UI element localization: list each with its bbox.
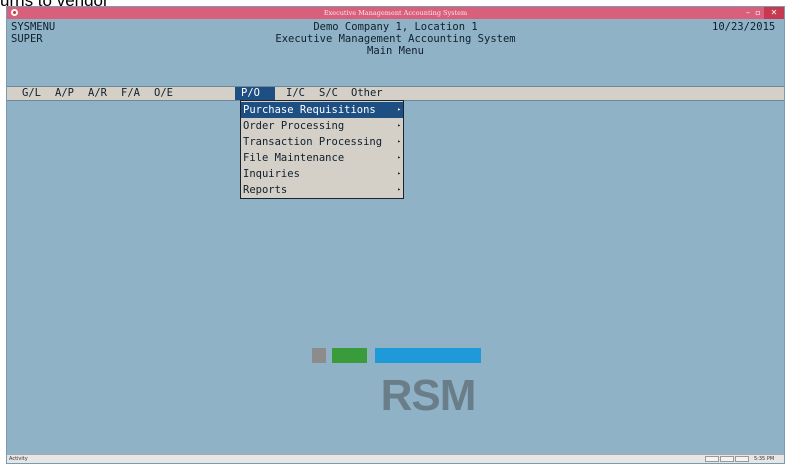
triangle-right-icon: ▸ bbox=[397, 106, 401, 113]
system-name: Executive Management Accounting System bbox=[275, 33, 516, 45]
dropdown-item-reports[interactable]: Reports ▸ bbox=[241, 182, 403, 198]
menu-fa[interactable]: F/A bbox=[115, 87, 146, 100]
menu-ar[interactable]: A/R bbox=[82, 87, 113, 100]
triangle-right-icon: ▸ bbox=[397, 154, 401, 161]
po-dropdown-menu: Purchase Requisitions ▸ Order Processing… bbox=[240, 100, 404, 199]
logo-green-bar bbox=[332, 348, 367, 363]
dropdown-item-file-maintenance[interactable]: File Maintenance ▸ bbox=[241, 150, 403, 166]
dropdown-item-label: Transaction Processing bbox=[243, 136, 383, 148]
logo-blue-bar bbox=[375, 348, 481, 363]
logo-gray-square bbox=[312, 348, 326, 363]
menu-ic[interactable]: I/C bbox=[280, 87, 311, 100]
minimize-button[interactable]: – bbox=[743, 7, 753, 19]
main-menu-bar: G/L A/P A/R F/A O/E P/O I/C S/C Other bbox=[7, 86, 784, 101]
dropdown-item-purchase-requisitions[interactable]: Purchase Requisitions ▸ bbox=[241, 102, 403, 118]
app-window: Executive Management Accounting System –… bbox=[6, 6, 785, 464]
triangle-right-icon: ▸ bbox=[397, 170, 401, 177]
current-date: 10/23/2015 bbox=[712, 21, 776, 33]
status-cell bbox=[720, 456, 734, 462]
dropdown-item-label: Inquiries bbox=[243, 168, 300, 180]
menu-gl[interactable]: G/L bbox=[16, 87, 47, 100]
dropdown-item-label: File Maintenance bbox=[243, 152, 345, 164]
menu-ap[interactable]: A/P bbox=[49, 87, 80, 100]
dropdown-item-inquiries[interactable]: Inquiries ▸ bbox=[241, 166, 403, 182]
menu-other[interactable]: Other bbox=[345, 87, 389, 100]
dropdown-item-order-processing[interactable]: Order Processing ▸ bbox=[241, 118, 403, 134]
status-text: Activity bbox=[9, 456, 28, 462]
status-cell bbox=[735, 456, 749, 462]
dropdown-item-label: Reports bbox=[243, 184, 288, 196]
menu-po[interactable]: P/O bbox=[235, 87, 275, 100]
status-cell bbox=[705, 456, 719, 462]
menu-oe[interactable]: O/E bbox=[148, 87, 179, 100]
dropdown-item-transaction-processing[interactable]: Transaction Processing ▸ bbox=[241, 134, 403, 150]
close-button[interactable]: ✕ bbox=[764, 7, 784, 19]
triangle-right-icon: ▸ bbox=[397, 122, 401, 129]
menu-title: Main Menu bbox=[367, 45, 424, 57]
status-clock: 5:35 PM bbox=[754, 456, 775, 462]
title-bar[interactable]: Executive Management Accounting System –… bbox=[7, 7, 784, 19]
status-bar: Activity 5:35 PM bbox=[7, 454, 784, 463]
maximize-button[interactable]: ▫ bbox=[753, 7, 763, 19]
company-location: Demo Company 1, Location 1 bbox=[313, 21, 478, 33]
dropdown-item-label: Order Processing bbox=[243, 120, 345, 132]
window-title: Executive Management Accounting System bbox=[323, 9, 468, 17]
rsm-logo: RSM bbox=[380, 371, 477, 420]
dropdown-item-label: Purchase Requisitions bbox=[243, 104, 376, 116]
menu-sc[interactable]: S/C bbox=[313, 87, 344, 100]
triangle-right-icon: ▸ bbox=[397, 138, 401, 145]
triangle-right-icon: ▸ bbox=[397, 186, 401, 193]
